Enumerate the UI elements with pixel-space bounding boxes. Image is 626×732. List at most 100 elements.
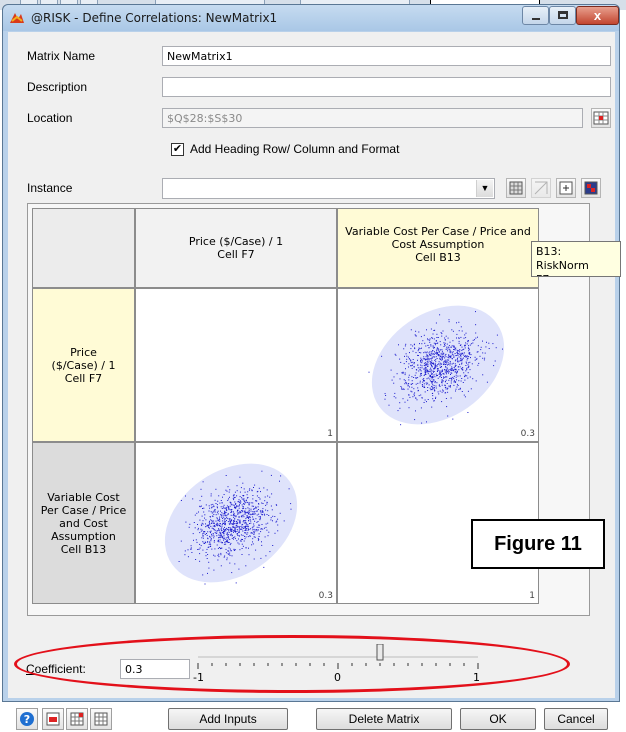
toolbar-button[interactable]	[66, 708, 88, 730]
scatter-point	[448, 372, 449, 374]
title-bar[interactable]: @RISK - Define Correlations: NewMatrix1 …	[3, 5, 619, 31]
scatter-point	[226, 490, 228, 492]
instance-dropdown[interactable]: ▼	[162, 178, 495, 199]
scatter-point	[432, 333, 434, 335]
matrix-tool-button[interactable]	[556, 178, 576, 198]
scatter-point	[228, 542, 230, 543]
help-button[interactable]: ?	[16, 708, 38, 730]
row-header[interactable]: Variable Cost Per Case / Price and Cost …	[32, 442, 135, 604]
scatter-point	[255, 529, 257, 531]
scatter-point	[244, 535, 245, 537]
scatter-point	[477, 345, 479, 347]
scatter-point	[446, 376, 448, 378]
add-inputs-button[interactable]: Add Inputs	[168, 708, 288, 730]
risk-logo-icon	[10, 13, 24, 23]
scatter-point	[441, 335, 443, 337]
delete-matrix-button[interactable]: Delete Matrix	[316, 708, 452, 730]
scatter-point	[237, 505, 239, 507]
scatter-point	[429, 351, 431, 353]
scatter-point	[231, 511, 233, 512]
scatter-point	[432, 345, 434, 347]
scatter-point	[240, 534, 242, 536]
minimize-button[interactable]	[522, 6, 549, 25]
scatter-point	[243, 540, 245, 542]
scatter-point	[256, 491, 258, 493]
scatter-point	[456, 358, 458, 360]
scatter-point	[240, 487, 242, 489]
scatter-point	[211, 527, 213, 529]
scatter-point	[259, 498, 261, 500]
toolbar-button[interactable]	[90, 708, 112, 730]
scatter-point	[466, 362, 468, 364]
scatter-point	[412, 361, 414, 363]
scatter-point	[390, 369, 392, 371]
scatter-point	[239, 500, 241, 502]
scatter-point	[441, 349, 443, 351]
scatter-point	[246, 515, 248, 517]
scatter-point	[212, 522, 214, 524]
scatter-point	[429, 369, 431, 371]
matrix-cell[interactable]: 0.3	[337, 288, 539, 442]
description-input[interactable]	[162, 77, 611, 97]
scatter-point	[430, 353, 432, 355]
scatter-point	[410, 359, 412, 361]
scatter-point	[230, 503, 232, 505]
close-button[interactable]: x	[576, 6, 619, 25]
scatter-point	[237, 509, 239, 511]
scatter-point	[479, 355, 481, 357]
matrix-cell[interactable]: 1	[135, 288, 337, 442]
scatter-point	[426, 358, 427, 360]
row-header[interactable]: Price ($/Case) / 1 Cell F7	[32, 288, 135, 442]
scatter-point	[444, 381, 446, 383]
cancel-button[interactable]: Cancel	[544, 708, 608, 730]
scatter-point	[243, 498, 245, 500]
scatter-point	[213, 510, 215, 512]
column-header[interactable]: Variable Cost Per Case / Price and Cost …	[337, 208, 539, 288]
scatter-point	[423, 375, 425, 376]
scatter-point	[236, 495, 238, 497]
scatter-point	[279, 512, 281, 514]
scatter-point	[400, 424, 402, 426]
scatter-point	[226, 528, 228, 530]
scatter-point	[495, 347, 497, 349]
scatter-point	[210, 519, 212, 521]
scatter-point	[456, 337, 457, 339]
select-range-button[interactable]	[591, 108, 611, 128]
scatter-point	[219, 524, 221, 526]
scatter-point	[460, 359, 462, 361]
scatter-point	[449, 349, 451, 351]
matrix-tool-button[interactable]	[531, 178, 551, 198]
scatter-point	[440, 374, 442, 376]
matrix-tool-button[interactable]	[506, 178, 526, 198]
column-header[interactable]: Price ($/Case) / 1 Cell F7	[135, 208, 337, 288]
scatter-point	[426, 360, 428, 362]
scatter-point	[244, 538, 246, 540]
scatter-point	[427, 399, 429, 400]
scatter-point	[212, 511, 214, 513]
scatter-point	[425, 373, 427, 375]
scatter-point	[436, 374, 438, 376]
scatter-point	[424, 372, 426, 374]
scatter-point	[449, 351, 451, 353]
matrix-name-input[interactable]	[162, 46, 611, 66]
scatter-point	[228, 536, 229, 538]
scatter-point	[241, 498, 243, 500]
scatter-point	[241, 527, 243, 529]
maximize-button[interactable]	[549, 6, 576, 25]
scatter-point	[230, 502, 232, 503]
ok-button[interactable]: OK	[460, 708, 536, 730]
scatter-point	[445, 359, 447, 361]
scatter-point	[421, 360, 423, 362]
toolbar-button[interactable]	[42, 708, 64, 730]
matrix-cell[interactable]: 0.3	[135, 442, 337, 604]
scatter-point	[419, 375, 421, 377]
add-heading-checkbox[interactable]: ✔	[171, 143, 184, 156]
scatter-point	[464, 396, 466, 398]
scatter-point	[405, 368, 406, 370]
location-input[interactable]	[162, 108, 583, 128]
scatter-point	[276, 520, 278, 522]
scatter-point	[207, 546, 209, 548]
scatter-point	[224, 531, 226, 533]
scatter-point	[415, 369, 417, 371]
matrix-tool-button[interactable]	[581, 178, 601, 198]
